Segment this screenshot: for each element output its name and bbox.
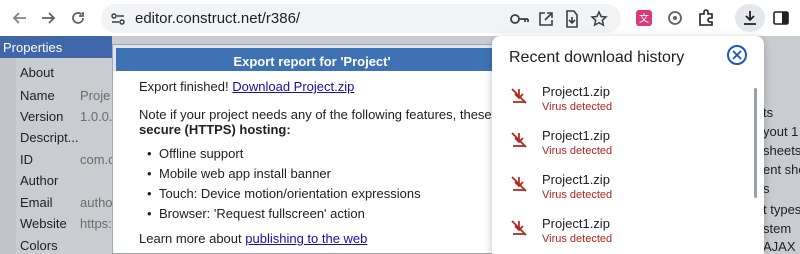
export-report-dialog: Export report for 'Project' Export finis… [112, 44, 523, 254]
download-blocked-icon [510, 87, 530, 107]
translate-extension-icon[interactable]: 文 [632, 6, 656, 30]
download-filename: Project1.zip [542, 84, 610, 99]
extensions-icon[interactable] [694, 6, 718, 30]
property-key: Website [20, 216, 67, 231]
property-row-name[interactable]: Name Proje [16, 85, 112, 106]
project-item[interactable]: AJAX [763, 239, 796, 254]
properties-header: Properties [0, 36, 112, 58]
feature-bullet: Touch: Device motion/orientation express… [147, 186, 421, 201]
property-row-email[interactable]: Email autho [16, 192, 112, 213]
back-arrow-icon[interactable] [8, 6, 32, 30]
download-blocked-icon [510, 219, 530, 239]
download-list-scrollbar[interactable] [754, 88, 757, 198]
downloads-button[interactable] [735, 4, 765, 32]
property-key: Author [20, 173, 59, 188]
browser-toolbar: editor.construct.net/r386/ 文 [0, 0, 800, 36]
download-filename: Project1.zip [542, 128, 610, 143]
download-blocked-icon [510, 175, 530, 195]
address-bar[interactable]: editor.construct.net/r386/ [101, 4, 621, 33]
property-key: Descript... [20, 130, 79, 145]
properties-section-colors[interactable]: Colors [16, 235, 112, 254]
https-note-bold-2: secure (HTTPS) hosting: [139, 122, 291, 137]
property-row-author[interactable]: Author [16, 170, 112, 191]
project-bar-partial: ts yout 1 sheets ent she s t types stem … [760, 36, 800, 254]
svg-text:文: 文 [639, 12, 649, 25]
property-row-id[interactable]: ID com.c [16, 149, 112, 170]
property-key: Version [20, 109, 64, 124]
feature-bullet: Browser: 'Request fullscreen' action [147, 206, 365, 221]
download-icon [744, 11, 756, 25]
export-finished-line: Export finished! Download Project.zip [139, 79, 354, 94]
reload-icon[interactable] [66, 6, 90, 30]
download-item[interactable]: Project1.zip Virus detected [492, 83, 750, 127]
project-item[interactable]: yout 1 [763, 124, 798, 139]
property-key: ID [20, 152, 33, 167]
download-blocked-icon [510, 131, 530, 151]
project-item[interactable]: ts [763, 105, 773, 120]
forward-arrow-icon[interactable] [36, 6, 60, 30]
project-item[interactable]: ent she [763, 162, 800, 177]
property-value[interactable]: autho [80, 195, 112, 210]
download-status: Virus detected [542, 189, 613, 201]
property-row-description[interactable]: Descript... [16, 127, 112, 148]
download-filename: Project1.zip [542, 216, 610, 231]
download-zip-link[interactable]: Download Project.zip [232, 79, 354, 94]
download-filename: Project1.zip [542, 172, 610, 187]
https-note-line: Note if your project needs any of the fo… [139, 107, 523, 122]
download-item[interactable]: Project1.zip Virus detected [492, 215, 750, 254]
bookmark-star-icon[interactable] [589, 9, 609, 29]
https-note-text: Note if your project needs any of the fo… [139, 107, 492, 122]
properties-section-about[interactable]: About [16, 62, 112, 83]
key-icon[interactable] [510, 9, 530, 29]
learn-more-text: Learn more about [139, 231, 242, 246]
download-status: Virus detected [542, 101, 613, 113]
side-panel-icon[interactable] [769, 6, 793, 30]
project-item[interactable]: stem [763, 221, 791, 236]
download-history-title: Recent download history [509, 49, 685, 66]
install-app-icon[interactable] [562, 9, 582, 29]
feature-bullet: Mobile web app install banner [147, 166, 331, 181]
download-item[interactable]: Project1.zip Virus detected [492, 127, 750, 171]
https-note-line-2: secure (HTTPS) hosting: [139, 122, 291, 137]
publishing-link[interactable]: publishing to the web [245, 231, 367, 246]
property-key: Name [20, 88, 55, 103]
open-in-new-icon[interactable] [536, 9, 556, 29]
extension-puzzle-alt-icon[interactable] [663, 6, 687, 30]
project-item[interactable]: sheets [763, 143, 800, 158]
download-status: Virus detected [542, 145, 613, 157]
property-value[interactable]: https: [80, 216, 112, 231]
properties-gutter [0, 58, 16, 254]
feature-bullet: Offline support [147, 146, 243, 161]
project-item[interactable]: t types [763, 202, 800, 217]
download-item[interactable]: Project1.zip Virus detected [492, 171, 750, 215]
download-history-panel: Recent download history Project1.zip Vir… [492, 36, 764, 254]
section-label: About [20, 65, 54, 80]
property-row-version[interactable]: Version 1.0.0. [16, 106, 112, 127]
close-icon[interactable] [727, 45, 747, 65]
learn-more-line: Learn more about publishing to the web [139, 231, 367, 246]
site-settings-icon[interactable] [109, 10, 127, 28]
export-finished-text: Export finished! [139, 79, 229, 94]
url-text[interactable]: editor.construct.net/r386/ [135, 10, 300, 27]
section-label: Colors [20, 238, 58, 253]
dialog-title[interactable]: Export report for 'Project' [113, 45, 511, 71]
download-status: Virus detected [542, 233, 613, 245]
property-value[interactable]: com.c [80, 152, 112, 167]
property-key: Email [20, 195, 53, 210]
property-value[interactable]: Proje [80, 88, 110, 103]
property-row-website[interactable]: Website https: [16, 213, 112, 234]
property-value[interactable]: 1.0.0. [80, 109, 112, 124]
